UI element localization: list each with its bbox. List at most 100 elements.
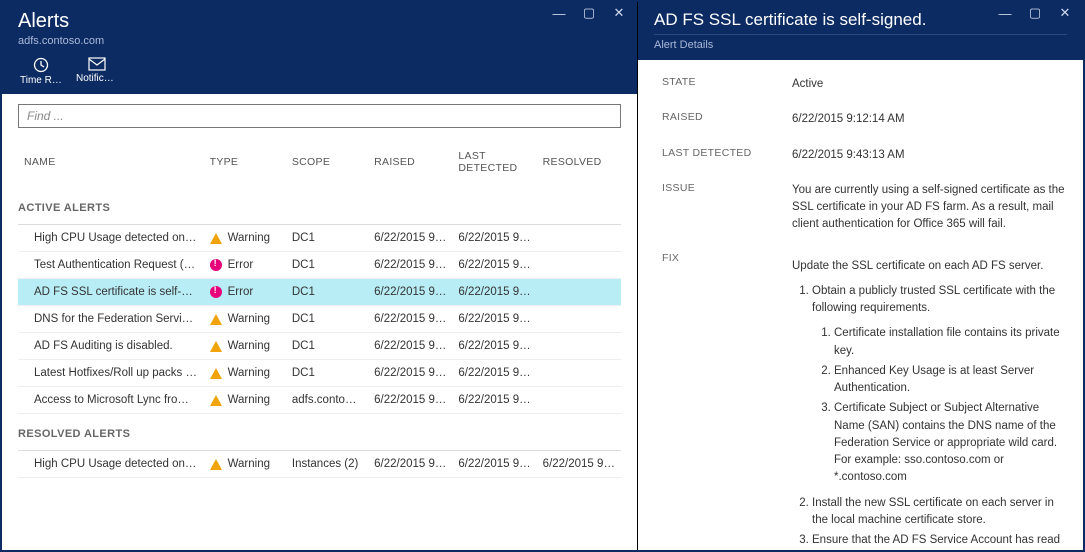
close-button[interactable]: ✕ <box>605 4 633 22</box>
group-header: RESOLVED ALERTS <box>18 414 621 451</box>
cell-resolved <box>537 252 621 279</box>
cell-raised: 6/22/2015 9:12:14 <box>368 279 452 306</box>
cell-type: Warning <box>204 333 286 360</box>
cell-raised: 6/22/2015 9:13:27 <box>368 451 452 478</box>
cell-resolved <box>537 225 621 252</box>
value-fix: Update the SSL certificate on each AD FS… <box>792 252 1071 551</box>
warning-icon <box>210 341 222 352</box>
warning-icon <box>210 395 222 406</box>
group-header: ACTIVE ALERTS <box>18 188 621 225</box>
cell-resolved <box>537 387 621 414</box>
cell-scope: DC1 <box>286 225 368 252</box>
time-range-button[interactable]: Time Range ... <box>20 57 62 86</box>
cell-raised: 6/22/2015 9:55:59 <box>368 225 452 252</box>
time-range-label: Time Range ... <box>20 75 62 86</box>
cell-name: High CPU Usage detected on the Feder... <box>18 451 204 478</box>
cell-last: 6/22/2015 9:52:58 <box>452 451 536 478</box>
cell-type: Warning <box>204 225 286 252</box>
cell-last: 6/22/2015 9:43:13 <box>452 252 536 279</box>
cell-raised: 6/22/2015 9:12:14 <box>368 387 452 414</box>
cell-scope: DC1 <box>286 306 368 333</box>
cell-type: Warning <box>204 306 286 333</box>
cell-type: Error <box>204 279 286 306</box>
maximize-button[interactable]: ▢ <box>1021 4 1049 22</box>
col-type[interactable]: TYPE <box>204 144 286 188</box>
warning-icon <box>210 459 222 470</box>
value-last: 6/22/2015 9:43:13 AM <box>792 147 1071 164</box>
cell-type: Warning <box>204 360 286 387</box>
table-row[interactable]: High CPU Usage detected on the Feder...W… <box>18 225 621 252</box>
cell-resolved <box>537 279 621 306</box>
cell-last: 6/22/2015 9:43:13 <box>452 279 536 306</box>
label-raised: RAISED <box>662 111 792 128</box>
cell-type: Warning <box>204 451 286 478</box>
table-row[interactable]: Test Authentication Request (Synthetic..… <box>18 252 621 279</box>
col-scope[interactable]: SCOPE <box>286 144 368 188</box>
value-state: Active <box>792 76 1071 93</box>
table-row[interactable]: AD FS Auditing is disabled.WarningDC16/2… <box>18 333 621 360</box>
page-title: Alerts <box>2 2 637 33</box>
cell-resolved: 6/22/2015 9:53:58 <box>537 451 621 478</box>
cell-scope: DC1 <box>286 333 368 360</box>
close-button[interactable]: ✕ <box>1051 4 1079 22</box>
cell-scope: DC1 <box>286 252 368 279</box>
minimize-button[interactable]: — <box>545 4 573 22</box>
table-row[interactable]: High CPU Usage detected on the Feder...W… <box>18 451 621 478</box>
cell-scope: DC1 <box>286 360 368 387</box>
cell-scope: DC1 <box>286 279 368 306</box>
cell-scope: adfs.contoso.com <box>286 387 368 414</box>
alerts-pane: — ▢ ✕ Alerts adfs.contoso.com Time Range… <box>2 2 638 550</box>
table-row[interactable]: Access to Microsoft Lync from the extra.… <box>18 387 621 414</box>
minimize-button[interactable]: — <box>991 4 1019 22</box>
alert-detail-scroll[interactable]: STATEActive RAISED6/22/2015 9:12:14 AM L… <box>638 60 1083 550</box>
cell-resolved <box>537 306 621 333</box>
notification-settings-button[interactable]: Notificati Settings... <box>76 57 118 86</box>
cell-last: 6/22/2015 9:43:13 <box>452 387 536 414</box>
label-fix: FIX <box>662 252 792 551</box>
cell-scope: Instances (2) <box>286 451 368 478</box>
col-name[interactable]: NAME <box>18 144 204 188</box>
maximize-button[interactable]: ▢ <box>575 4 603 22</box>
cell-name: Access to Microsoft Lync from the extra.… <box>18 387 204 414</box>
cell-type: Error <box>204 252 286 279</box>
col-last[interactable]: LAST DETECTED <box>452 144 536 188</box>
left-titlebar: — ▢ ✕ Alerts adfs.contoso.com Time Range… <box>2 2 637 94</box>
table-row[interactable]: AD FS SSL certificate is self-signed.Err… <box>18 279 621 306</box>
cell-resolved <box>537 333 621 360</box>
cell-name: Test Authentication Request (Synthetic..… <box>18 252 204 279</box>
cell-raised: 6/22/2015 9:12:14 <box>368 252 452 279</box>
label-state: STATE <box>662 76 792 93</box>
error-icon <box>210 286 222 298</box>
alerts-table-scroll[interactable]: NAME TYPE SCOPE RAISED LAST DETECTED RES… <box>2 134 637 550</box>
table-row[interactable]: DNS for the Federation Service may be...… <box>18 306 621 333</box>
cell-name: Latest Hotfixes/Roll up packs are not in… <box>18 360 204 387</box>
right-titlebar: — ▢ ✕ AD FS SSL certificate is self-sign… <box>638 2 1083 60</box>
detail-subtitle: Alert Details <box>654 34 1067 51</box>
search-input[interactable] <box>18 104 621 128</box>
cell-name: AD FS SSL certificate is self-signed. <box>18 279 204 306</box>
cell-raised: 6/22/2015 9:12:14 <box>368 360 452 387</box>
table-row[interactable]: Latest Hotfixes/Roll up packs are not in… <box>18 360 621 387</box>
notification-settings-label: Notificati Settings... <box>76 73 118 84</box>
warning-icon <box>210 368 222 379</box>
label-last: LAST DETECTED <box>662 147 792 164</box>
cell-resolved <box>537 360 621 387</box>
cell-name: DNS for the Federation Service may be... <box>18 306 204 333</box>
error-icon <box>210 259 222 271</box>
cell-last: 6/22/2015 9:59:03 <box>452 225 536 252</box>
cell-name: High CPU Usage detected on the Feder... <box>18 225 204 252</box>
cell-last: 6/22/2015 9:43:13 <box>452 333 536 360</box>
mail-icon <box>88 57 106 71</box>
label-issue: ISSUE <box>662 182 792 234</box>
warning-icon <box>210 314 222 325</box>
alerts-table: NAME TYPE SCOPE RAISED LAST DETECTED RES… <box>18 144 621 478</box>
alert-details-pane: — ▢ ✕ AD FS SSL certificate is self-sign… <box>638 2 1083 550</box>
cell-raised: 6/22/2015 9:12:14 <box>368 333 452 360</box>
warning-icon <box>210 233 222 244</box>
col-resolved[interactable]: RESOLVED <box>537 144 621 188</box>
col-raised[interactable]: RAISED <box>368 144 452 188</box>
cell-name: AD FS Auditing is disabled. <box>18 333 204 360</box>
cell-raised: 6/22/2015 9:12:14 <box>368 306 452 333</box>
clock-icon <box>33 57 49 73</box>
value-raised: 6/22/2015 9:12:14 AM <box>792 111 1071 128</box>
